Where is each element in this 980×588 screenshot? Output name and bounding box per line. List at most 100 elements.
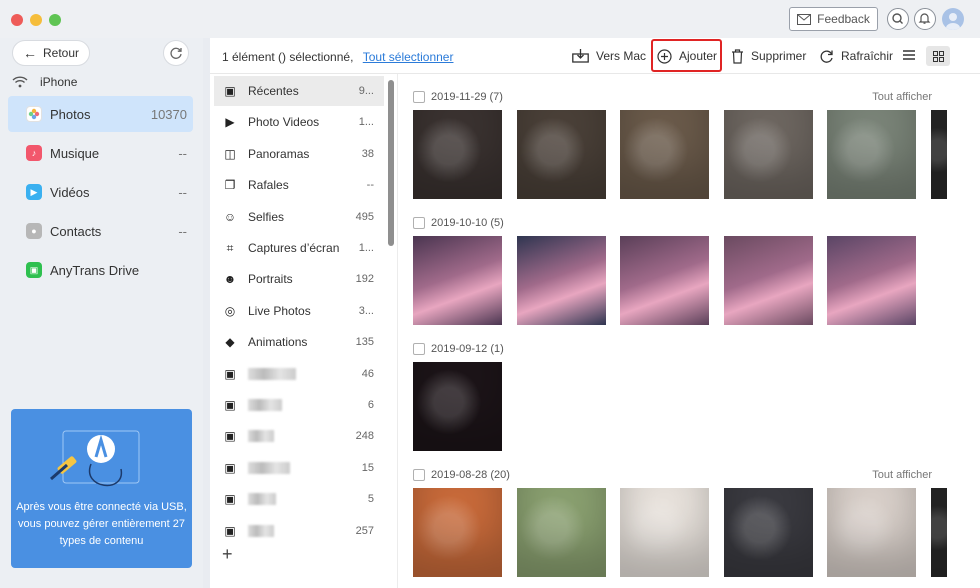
avatar[interactable] bbox=[942, 8, 964, 30]
album-count: 257 bbox=[355, 524, 374, 537]
delete-label: Supprimer bbox=[751, 49, 807, 63]
minimize-window-button[interactable] bbox=[30, 14, 42, 26]
album-icon: ▣ bbox=[224, 460, 236, 475]
sidebar-item-videos[interactable]: ▶ Vidéos -- bbox=[8, 174, 193, 210]
live-photo-icon: ◎ bbox=[224, 303, 236, 318]
select-all-link[interactable]: Tout sélectionner bbox=[363, 50, 454, 64]
photo-thumbnail[interactable] bbox=[620, 110, 709, 199]
sidebar-item-music[interactable]: ♪ Musique -- bbox=[8, 135, 193, 171]
album-count: 38 bbox=[361, 147, 374, 160]
photo-thumbnail[interactable] bbox=[827, 488, 916, 577]
device-label: iPhone bbox=[12, 75, 77, 89]
search-button[interactable] bbox=[887, 8, 909, 30]
album-count: 5 bbox=[367, 493, 374, 506]
album-icon: ▣ bbox=[224, 366, 236, 381]
music-icon: ♪ bbox=[26, 145, 42, 161]
photo-thumbnail[interactable] bbox=[516, 110, 606, 199]
sidebar-item-label: Musique bbox=[50, 145, 100, 161]
album-item[interactable]: ☺ Selfies 495 bbox=[214, 202, 384, 232]
photo-thumbnail[interactable] bbox=[827, 236, 916, 325]
photo-thumbnail[interactable] bbox=[930, 110, 947, 199]
album-name: Animations bbox=[248, 335, 308, 350]
group-checkbox[interactable] bbox=[413, 217, 425, 229]
album-item[interactable]: ▣ 15 bbox=[214, 453, 384, 483]
close-window-button[interactable] bbox=[11, 14, 23, 26]
album-name-blurred bbox=[248, 367, 296, 380]
album-item[interactable]: ▶ Photo Videos 1... bbox=[214, 107, 384, 137]
add-button[interactable]: Ajouter bbox=[657, 38, 717, 74]
to-mac-label: Vers Mac bbox=[596, 49, 647, 63]
album-item[interactable]: ▣ 248 bbox=[214, 421, 384, 451]
photo-thumbnail[interactable] bbox=[413, 362, 502, 451]
back-button[interactable]: ← Retour bbox=[12, 40, 90, 66]
refresh-button[interactable]: Rafraîchir bbox=[819, 38, 893, 74]
sidebar-item-anytrans-drive[interactable]: ▣ AnyTrans Drive bbox=[8, 252, 193, 288]
album-item[interactable]: ▣ 46 bbox=[214, 359, 384, 389]
album-item[interactable]: ▣ 5 bbox=[214, 484, 384, 514]
burst-icon: ❐ bbox=[224, 178, 236, 193]
group-checkbox[interactable] bbox=[413, 343, 425, 355]
album-item[interactable]: ◎ Live Photos 3... bbox=[214, 296, 384, 326]
photo-thumbnail[interactable] bbox=[723, 488, 813, 577]
promo-banner: Après vous être connecté via USB, vous p… bbox=[11, 409, 192, 568]
album-count: 6 bbox=[367, 399, 374, 411]
sidebar-item-count: 10370 bbox=[150, 106, 187, 122]
album-name-blurred bbox=[248, 430, 274, 443]
add-album-button[interactable]: + bbox=[222, 544, 233, 565]
add-icon bbox=[657, 48, 672, 64]
photo-thumbnail[interactable] bbox=[723, 110, 813, 199]
arrow-left-icon: ← bbox=[23, 45, 37, 61]
photo-thumbnail[interactable] bbox=[516, 488, 606, 577]
album-name: Récentes bbox=[248, 84, 299, 98]
notifications-button[interactable] bbox=[914, 8, 936, 30]
photo-thumbnail[interactable] bbox=[620, 488, 709, 577]
album-icon: ▣ bbox=[224, 84, 236, 98]
photo-thumbnail[interactable] bbox=[930, 488, 947, 577]
to-mac-button[interactable]: Vers Mac bbox=[572, 38, 646, 74]
group-date: 2019-10-10 (5) bbox=[431, 217, 504, 229]
animation-icon: ◆ bbox=[225, 335, 235, 350]
album-item[interactable]: ◫ Panoramas 38 bbox=[214, 139, 384, 169]
album-item[interactable]: ▣ Récentes 9... bbox=[214, 76, 384, 106]
contacts-icon: ● bbox=[26, 223, 42, 239]
panorama-icon: ◫ bbox=[224, 146, 236, 161]
album-name: Portraits bbox=[248, 272, 293, 287]
sidebar-item-photos[interactable]: Photos 10370 bbox=[8, 96, 193, 132]
sidebar-item-contacts[interactable]: ● Contacts -- bbox=[8, 213, 193, 249]
list-view-button[interactable] bbox=[902, 49, 918, 63]
selection-info: 1 élément () sélectionné, Tout sélection… bbox=[222, 50, 453, 64]
feedback-label: Feedback bbox=[817, 12, 870, 26]
album-item[interactable]: ⌗ Captures d’écran 1... bbox=[214, 233, 384, 263]
album-item[interactable]: ▣ 6 bbox=[214, 390, 384, 420]
device-refresh-button[interactable] bbox=[163, 40, 189, 66]
album-item[interactable]: ☻ Portraits 192 bbox=[214, 264, 384, 294]
sidebar: ← Retour iPhone Photos 10370 ♪ Musique -… bbox=[0, 38, 203, 588]
photo-thumbnail[interactable] bbox=[723, 236, 813, 325]
show-all-link[interactable]: Tout afficher bbox=[872, 469, 932, 481]
album-name: Rafales bbox=[248, 178, 289, 193]
feedback-button[interactable]: Feedback bbox=[789, 7, 878, 31]
album-scrollbar[interactable] bbox=[388, 80, 394, 246]
album-item[interactable]: ❐ Rafales -- bbox=[214, 170, 384, 200]
show-all-link[interactable]: Tout afficher bbox=[872, 91, 932, 103]
video-icon: ▶ bbox=[26, 184, 42, 200]
photo-thumbnail[interactable] bbox=[413, 488, 502, 577]
delete-button[interactable]: Supprimer bbox=[731, 38, 806, 74]
album-count: 135 bbox=[355, 336, 374, 349]
group-checkbox[interactable] bbox=[413, 469, 425, 481]
album-name-blurred bbox=[248, 399, 282, 411]
selfie-icon: ☺ bbox=[223, 209, 237, 224]
photo-thumbnail[interactable] bbox=[413, 236, 502, 325]
device-name: iPhone bbox=[40, 75, 78, 89]
album-item[interactable]: ▣ 257 bbox=[214, 516, 384, 546]
album-item[interactable]: ◆ Animations 135 bbox=[214, 327, 384, 357]
photo-thumbnail[interactable] bbox=[620, 236, 709, 325]
photo-thumbnail[interactable] bbox=[827, 110, 916, 199]
group-checkbox[interactable] bbox=[413, 91, 425, 103]
grid-view-button[interactable] bbox=[926, 46, 950, 66]
photo-thumbnail[interactable] bbox=[413, 110, 502, 199]
photo-thumbnail[interactable] bbox=[516, 236, 606, 325]
maximize-window-button[interactable] bbox=[49, 14, 61, 26]
album-icon: ▣ bbox=[224, 492, 236, 507]
group-date: 2019-09-12 (1) bbox=[431, 343, 504, 355]
